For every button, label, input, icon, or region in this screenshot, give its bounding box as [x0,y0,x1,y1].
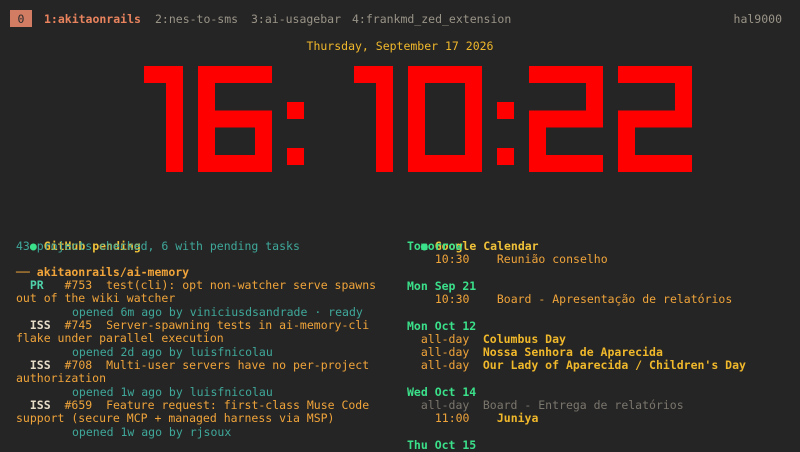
calendar-event[interactable]: all-day Our Lady of Aparecida / Children'… [407,359,746,372]
clock-segment [144,66,166,83]
event-title: Juniya [496,411,539,425]
item-kind: PR [29,278,44,292]
event-time: 11:00 [434,411,470,425]
event-title: Columbus Day [482,332,566,346]
tmux-window-tab-0[interactable]: 0 [10,10,32,27]
clock-segment [529,155,603,172]
clock-colon-dot [287,148,304,165]
clock-colon-dot [287,102,304,119]
item-title: Server-spawning tests in ai-memory-cli [106,318,370,332]
clock-digit [144,66,183,172]
calendar-day-date: Thu Oct 15 [407,438,477,452]
clock-colon-dot [497,102,514,119]
item-number: #753 [64,278,93,292]
clock-colon [497,102,514,165]
gh-item-659-meta: opened 1w ago by rjsoux [72,425,232,439]
item-kind: ISS [29,318,51,332]
event-title: Board - Apresentação de relatórios [496,292,733,306]
calendar-event[interactable]: 11:00 Juniya [407,411,539,425]
clock-digits [144,66,692,172]
gh-item-659-title-cont: support (secure MCP + managed harness vi… [16,411,335,425]
item-kind: ISS [29,358,51,372]
item-title: Multi-user servers have no per-project [106,358,370,372]
event-time: 10:30 [434,252,470,266]
clock-segment [354,66,376,83]
event-time: all-day [420,358,470,372]
clock-segment [465,110,482,172]
gh-item-708-title-cont: authorization [16,371,107,385]
clock-segment [408,110,425,172]
item-number: #745 [64,318,93,332]
big-clock [0,66,800,172]
event-title: Nossa Senhora de Aparecida [482,345,663,359]
clock-colon [287,102,304,165]
tmux-window-tab-3[interactable]: 3:ai-usagebar [251,10,341,28]
item-number: #659 [64,398,93,412]
item-number: #708 [64,358,93,372]
clock-digit [198,66,272,172]
event-title: Our Lady of Aparecida / Children's Day [482,358,746,372]
tmux-status-bar: 0 1:akitaonrails 2:nes-to-sms 3:ai-usage… [0,10,800,28]
clock-digit [408,66,482,172]
tmux-window-tab-1-active[interactable]: 1:akitaonrails [44,10,141,28]
clock-segment [166,110,183,172]
clock-segment [376,110,393,172]
tmux-window-tab-4[interactable]: 4:frankmd_zed_extension [352,10,511,28]
clock-digit [618,66,692,172]
date-line: Thursday, September 17 2026 [306,39,494,53]
item-title: test(cli): opt non-watcher serve spawns [106,278,377,292]
item-title: Feature request: first-class Muse Code [106,398,370,412]
hostname-label: hal9000 [733,12,782,26]
clock-segment [198,155,272,172]
gh-item-753-title-cont: out of the wiki watcher [16,291,176,305]
clock-segment [618,155,692,172]
event-time: 10:30 [434,292,470,306]
gh-item-745-title-cont: flake under parallel execution [16,331,224,345]
clock-colon-dot [497,148,514,165]
event-title: Reunião conselho [496,252,608,266]
calendar-event[interactable]: 10:30 Reunião conselho [407,253,608,266]
item-kind: ISS [29,398,51,412]
clock-digit [529,66,603,172]
tmux-window-tab-2[interactable]: 2:nes-to-sms [155,10,238,28]
clock-digit [354,66,393,172]
event-title: Board - Entrega de relatórios [482,398,684,412]
calendar-event[interactable]: 10:30 Board - Apresentação de relatórios [407,293,732,306]
github-summary: 43 projects checked, 6 with pending task… [16,239,300,253]
